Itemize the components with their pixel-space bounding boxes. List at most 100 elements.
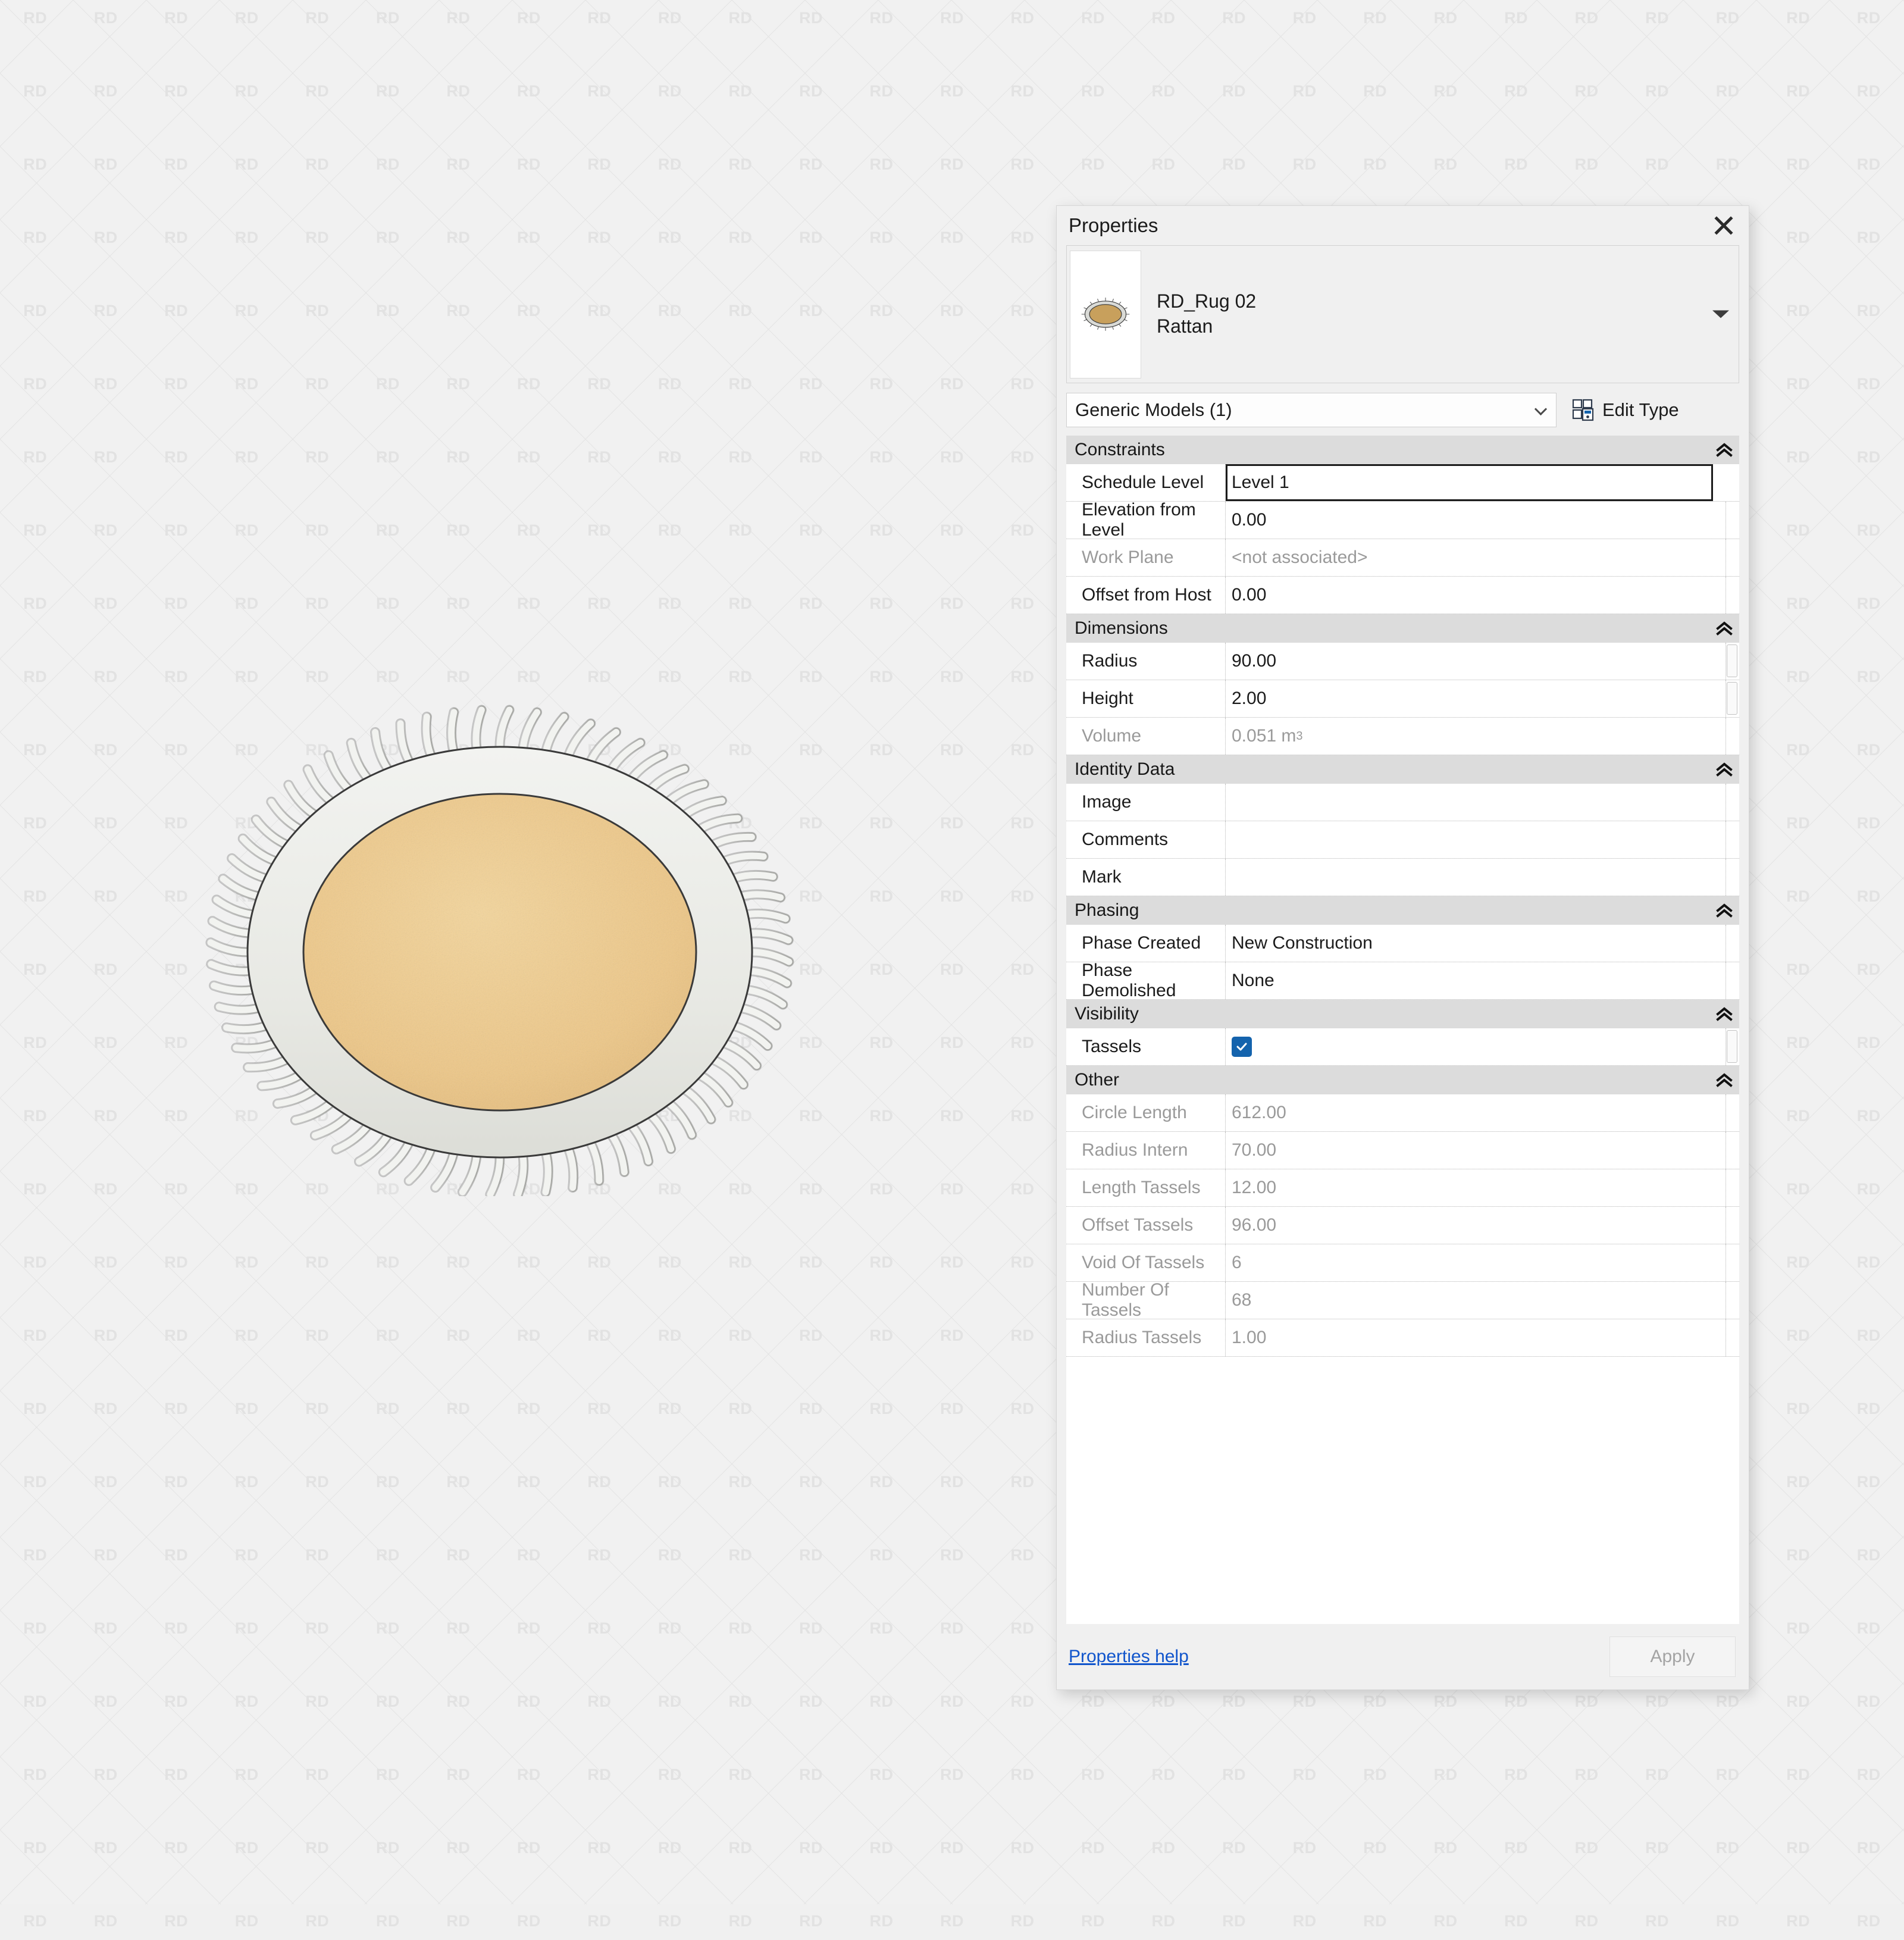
edit-type-label: Edit Type	[1602, 399, 1679, 420]
property-row[interactable]: Height 2.00	[1066, 680, 1739, 718]
property-row-end	[1726, 784, 1739, 821]
property-value-cell[interactable]: 1.00	[1226, 1319, 1726, 1356]
property-row[interactable]: Comments	[1066, 821, 1739, 859]
property-group-header[interactable]: Other	[1066, 1066, 1739, 1094]
watermark-tile: RD	[446, 1912, 471, 1930]
property-value: 12.00	[1232, 1178, 1277, 1197]
property-row-end	[1726, 821, 1739, 858]
property-name: Radius Tassels	[1066, 1319, 1226, 1356]
apply-button[interactable]: Apply	[1609, 1637, 1736, 1677]
property-group-title: Other	[1075, 1070, 1120, 1090]
property-value-cell[interactable]: Level 1	[1226, 464, 1713, 501]
property-value-cell[interactable]: 2.00	[1226, 680, 1737, 717]
property-value-cell[interactable]: None	[1226, 962, 1726, 999]
property-value-cell[interactable]: 70.00	[1226, 1132, 1726, 1169]
property-row[interactable]: Mark	[1066, 859, 1739, 896]
value-stepper[interactable]	[1727, 682, 1737, 715]
property-group-header[interactable]: Dimensions	[1066, 614, 1739, 643]
property-row-end	[1726, 464, 1739, 501]
property-group-header[interactable]: Constraints	[1066, 436, 1739, 464]
property-name: Work Plane	[1066, 539, 1226, 576]
property-group-header[interactable]: Visibility	[1066, 1000, 1739, 1028]
watermark-tile: RD	[23, 1912, 48, 1930]
double-chevron-up-icon	[1716, 762, 1733, 777]
property-value-cell[interactable]: 68	[1226, 1282, 1726, 1319]
watermark-tile: RD	[1433, 1912, 1458, 1930]
watermark-tile: RD	[1222, 1912, 1247, 1930]
family-thumbnail	[1070, 250, 1141, 378]
property-row-end	[1726, 1169, 1739, 1206]
property-row[interactable]: Offset Tassels 96.00	[1066, 1207, 1739, 1244]
property-row-end	[1726, 577, 1739, 614]
property-row[interactable]: Elevation from Level 0.00	[1066, 500, 1739, 540]
value-stepper[interactable]	[1727, 1030, 1737, 1063]
property-value-cell[interactable]: 12.00	[1226, 1169, 1726, 1206]
type-selector-dropdown[interactable]: Generic Models (1)	[1066, 393, 1557, 427]
watermark-tile: RD	[234, 1912, 259, 1930]
property-value-cell[interactable]: New Construction	[1226, 925, 1726, 962]
properties-help-link[interactable]: Properties help	[1069, 1647, 1189, 1667]
property-row-end	[1726, 1282, 1739, 1319]
property-value: 96.00	[1232, 1215, 1277, 1235]
property-group-header[interactable]: Phasing	[1066, 896, 1739, 925]
property-row[interactable]: Radius Intern 70.00	[1066, 1132, 1739, 1169]
property-value-cell[interactable]: 0.00	[1226, 502, 1726, 539]
type-selector-value: Generic Models (1)	[1075, 399, 1232, 420]
property-row[interactable]: Image	[1066, 784, 1739, 821]
watermark-tile: RD	[1010, 1912, 1035, 1930]
property-value-cell[interactable]	[1226, 859, 1726, 896]
close-icon[interactable]	[1709, 211, 1738, 240]
property-row[interactable]: Void Of Tassels 6	[1066, 1244, 1739, 1282]
property-row[interactable]: Radius Tassels 1.00	[1066, 1319, 1739, 1357]
watermark-tile: RD	[1363, 1912, 1388, 1930]
property-row[interactable]: Circle Length 612.00	[1066, 1094, 1739, 1132]
property-row[interactable]: Work Plane <not associated>	[1066, 539, 1739, 577]
property-row-end	[1726, 859, 1739, 896]
family-type-name: Rattan	[1157, 315, 1213, 337]
property-name: Tassels	[1066, 1028, 1226, 1065]
watermark-tile: RD	[93, 1912, 118, 1930]
property-value-cell[interactable]	[1226, 821, 1726, 858]
chevron-down-icon[interactable]	[1712, 310, 1729, 318]
property-row[interactable]: Number Of Tassels 68	[1066, 1280, 1739, 1320]
property-value: 612.00	[1232, 1103, 1286, 1122]
property-value-cell[interactable]	[1226, 1028, 1737, 1065]
property-value-cell[interactable]: 0.051 m3	[1226, 718, 1726, 755]
watermark-tile: RD	[1574, 1912, 1599, 1930]
property-row[interactable]: Schedule Level Level 1	[1066, 464, 1739, 502]
property-value: 6	[1232, 1253, 1242, 1272]
property-value-cell[interactable]: 90.00	[1226, 643, 1737, 680]
watermark-tile: RD	[375, 1912, 400, 1930]
property-name: Offset Tassels	[1066, 1207, 1226, 1244]
watermark-tile: RD	[1292, 1912, 1317, 1930]
edit-type-button[interactable]: Edit Type	[1572, 399, 1679, 421]
property-row-end	[1726, 718, 1739, 755]
property-value: 2.00	[1232, 689, 1267, 708]
tassels-checkbox[interactable]	[1232, 1037, 1252, 1057]
property-row[interactable]: Phase Demolished None	[1066, 960, 1739, 1000]
property-row[interactable]: Phase Created New Construction	[1066, 925, 1739, 962]
double-chevron-up-icon	[1716, 1007, 1733, 1021]
property-row[interactable]: Length Tassels 12.00	[1066, 1169, 1739, 1207]
property-group-header[interactable]: Identity Data	[1066, 755, 1739, 784]
property-value-cell[interactable]: 6	[1226, 1244, 1726, 1281]
property-value-cell[interactable]: 96.00	[1226, 1207, 1726, 1244]
property-value-cell[interactable]	[1226, 784, 1726, 821]
properties-grid: Constraints Schedule Level Level 1 Elevatio…	[1066, 436, 1739, 1624]
properties-panel: Properties RD_Rug 02 Rattan Generic Mode…	[1056, 205, 1749, 1690]
property-value-cell[interactable]: <not associated>	[1226, 539, 1726, 576]
property-value: None	[1232, 971, 1274, 990]
watermark-tile: RD	[940, 1912, 964, 1930]
property-row[interactable]: Offset from Host 0.00	[1066, 577, 1739, 614]
property-row[interactable]: Radius 90.00	[1066, 643, 1739, 680]
watermark-tile: RD	[728, 1912, 753, 1930]
property-name: Radius Intern	[1066, 1132, 1226, 1169]
property-row[interactable]: Tassels	[1066, 1028, 1739, 1066]
property-group-title: Visibility	[1075, 1004, 1139, 1024]
property-value-cell[interactable]: 0.00	[1226, 577, 1726, 614]
property-row[interactable]: Volume 0.051 m3	[1066, 718, 1739, 755]
property-value-cell[interactable]: 612.00	[1226, 1094, 1726, 1131]
watermark-tile: RD	[1645, 1912, 1670, 1930]
watermark-tile: RD	[1081, 1912, 1106, 1930]
value-stepper[interactable]	[1727, 644, 1737, 677]
